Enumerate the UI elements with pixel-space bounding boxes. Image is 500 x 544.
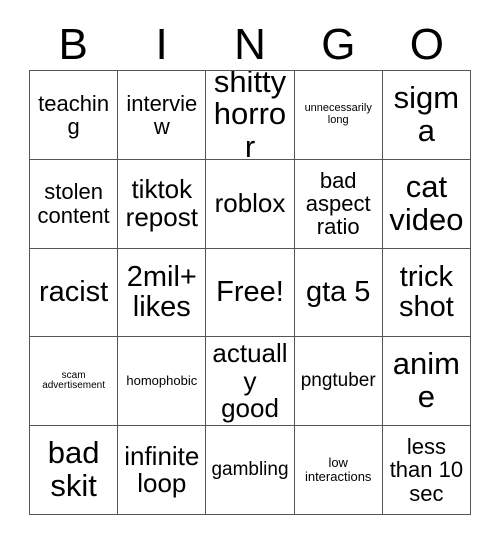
bingo-cell[interactable]: scam advertisement — [30, 337, 119, 427]
bingo-cell-label: less than 10 sec — [389, 434, 464, 506]
bingo-cell[interactable]: stolen content — [30, 159, 119, 249]
bingo-cell[interactable]: trick shot — [382, 248, 471, 338]
bingo-header-letter-g: G — [321, 20, 356, 69]
bingo-cell-label: Free! — [216, 276, 284, 309]
bingo-cell[interactable]: gambling — [206, 426, 295, 515]
bingo-cell-label: actually good — [212, 337, 288, 424]
bingo-cell[interactable]: 2mil+ likes — [118, 248, 207, 338]
bingo-cell[interactable]: low interactions — [294, 426, 383, 515]
bingo-cell[interactable]: sigma — [382, 71, 471, 160]
bingo-cell-label: bad aspect ratio — [305, 167, 371, 240]
bingo-cell-label: unnecessarily long — [304, 102, 372, 126]
bingo-cell-label: gta 5 — [305, 276, 371, 309]
bingo-cell-label: pngtuber — [300, 370, 376, 392]
bingo-card: B I N G O teaching interview shitty horror… — [0, 0, 500, 544]
bingo-cell[interactable]: actually good — [206, 337, 295, 427]
bingo-cell[interactable]: shitty horror — [206, 71, 295, 160]
bingo-cell[interactable]: infinite loop — [118, 426, 207, 515]
bingo-cell[interactable]: tiktok repost — [118, 159, 207, 249]
bingo-cell-label: stolen content — [37, 179, 110, 228]
bingo-cell[interactable]: bad aspect ratio — [294, 159, 383, 249]
bingo-cell-label: bad skit — [47, 435, 100, 504]
bingo-cell[interactable]: less than 10 sec — [382, 426, 471, 515]
bingo-cell[interactable]: gta 5 — [294, 248, 383, 338]
bingo-cell-label: racist — [38, 276, 109, 309]
bingo-cell-label: trick shot — [398, 260, 454, 324]
bingo-cell[interactable]: pngtuber — [294, 337, 383, 427]
bingo-cell[interactable]: roblox — [206, 159, 295, 249]
bingo-cell-label: shitty horror — [213, 71, 287, 160]
bingo-cell-label: homophobic — [126, 373, 198, 389]
bingo-cell-label: anime — [392, 346, 460, 415]
bingo-header-row: B I N G O — [29, 20, 471, 70]
bingo-header-letter-o: O — [409, 20, 444, 69]
bingo-cell-label: roblox — [214, 187, 286, 218]
bingo-cell[interactable]: racist — [30, 248, 119, 338]
bingo-header-letter-n: N — [234, 20, 266, 69]
bingo-header-letter-b: B — [58, 20, 88, 69]
bingo-free-space[interactable]: Free! — [206, 248, 295, 338]
bingo-cell[interactable]: anime — [382, 337, 471, 427]
bingo-cell-label: low interactions — [304, 455, 372, 485]
bingo-cell[interactable]: unnecessarily long — [294, 71, 383, 160]
bingo-grid: teaching interview shitty horror unnecessar… — [29, 70, 471, 515]
bingo-cell[interactable]: cat video — [382, 159, 471, 249]
bingo-cell[interactable]: interview — [118, 71, 207, 160]
bingo-header-letter-i: I — [155, 20, 168, 69]
bingo-cell-label: teaching — [38, 90, 110, 139]
bingo-cell-label: sigma — [393, 80, 460, 148]
bingo-cell[interactable]: bad skit — [30, 426, 119, 515]
bingo-cell-label: cat video — [389, 168, 464, 237]
bingo-cell-label: gambling — [211, 459, 289, 481]
bingo-cell-label: tiktok repost — [125, 174, 198, 232]
bingo-cell-label: interview — [126, 90, 198, 139]
bingo-cell-label: infinite loop — [124, 440, 200, 499]
bingo-cell-label: 2mil+ likes — [126, 260, 197, 324]
bingo-cell[interactable]: homophobic — [118, 337, 207, 427]
bingo-cell[interactable]: teaching — [30, 71, 119, 160]
bingo-cell-label: scam advertisement — [42, 369, 105, 392]
